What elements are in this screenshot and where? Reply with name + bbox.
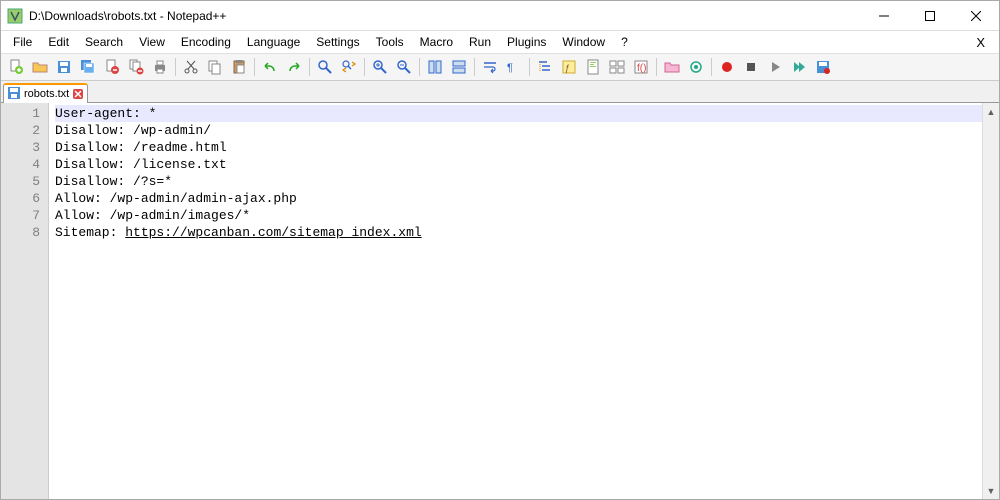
menu-window[interactable]: Window — [554, 33, 613, 51]
menu-macro[interactable]: Macro — [412, 33, 461, 51]
line-number-gutter: 12345678 — [1, 103, 49, 499]
menu-edit[interactable]: Edit — [40, 33, 77, 51]
wrap-icon[interactable] — [479, 56, 501, 78]
menubar-close-button[interactable]: X — [966, 33, 995, 52]
toolbar: ¶ ƒ f() — [1, 53, 999, 81]
stop-icon[interactable] — [740, 56, 762, 78]
folder-icon[interactable] — [661, 56, 683, 78]
code-line[interactable]: User-agent: * — [55, 105, 982, 122]
play-icon[interactable] — [764, 56, 786, 78]
print-icon[interactable] — [149, 56, 171, 78]
doc-map-icon[interactable] — [582, 56, 604, 78]
new-file-icon[interactable] — [5, 56, 27, 78]
undo-icon[interactable] — [259, 56, 281, 78]
sitemap-link[interactable]: https://wpcanban.com/sitemap_index.xml — [125, 225, 421, 240]
svg-text:ƒ: ƒ — [565, 63, 570, 73]
svg-text:¶: ¶ — [507, 62, 513, 74]
scroll-down-arrow-icon[interactable]: ▼ — [983, 482, 999, 499]
copy-icon[interactable] — [204, 56, 226, 78]
menu-help[interactable]: ? — [613, 33, 636, 51]
sync-v-icon[interactable] — [424, 56, 446, 78]
menu-view[interactable]: View — [131, 33, 173, 51]
menu-search[interactable]: Search — [77, 33, 131, 51]
open-file-icon[interactable] — [29, 56, 51, 78]
minimize-button[interactable] — [861, 1, 907, 31]
app-icon — [7, 8, 23, 24]
menu-file[interactable]: File — [5, 33, 40, 51]
save-icon[interactable] — [53, 56, 75, 78]
udlanguage-icon[interactable]: ƒ — [558, 56, 580, 78]
file-tab[interactable]: robots.txt — [3, 83, 88, 103]
replace-icon[interactable] — [338, 56, 360, 78]
menu-language[interactable]: Language — [239, 33, 308, 51]
record-icon[interactable] — [716, 56, 738, 78]
indent-guide-icon[interactable] — [534, 56, 556, 78]
whitespace-icon[interactable]: ¶ — [503, 56, 525, 78]
menu-plugins[interactable]: Plugins — [499, 33, 554, 51]
menu-encoding[interactable]: Encoding — [173, 33, 239, 51]
scroll-up-arrow-icon[interactable]: ▲ — [983, 103, 999, 120]
save-all-icon[interactable] — [77, 56, 99, 78]
vertical-scrollbar[interactable]: ▲ ▼ — [982, 103, 999, 499]
code-editor[interactable]: User-agent: *Disallow: /wp-admin/Disallo… — [49, 103, 982, 499]
zoom-out-icon[interactable] — [393, 56, 415, 78]
menu-bar: FileEditSearchViewEncodingLanguageSettin… — [1, 31, 999, 53]
svg-text:f(): f() — [637, 63, 646, 74]
menu-settings[interactable]: Settings — [308, 33, 367, 51]
close-window-button[interactable] — [953, 1, 999, 31]
code-line[interactable]: Disallow: /readme.html — [55, 139, 982, 156]
save-indicator-icon — [8, 87, 20, 102]
sync-h-icon[interactable] — [448, 56, 470, 78]
code-line[interactable]: Disallow: /wp-admin/ — [55, 122, 982, 139]
code-line[interactable]: Sitemap: https://wpcanban.com/sitemap_in… — [55, 224, 982, 241]
func-list-icon[interactable]: f() — [630, 56, 652, 78]
code-line[interactable]: Disallow: /license.txt — [55, 156, 982, 173]
editor-area: 12345678 User-agent: *Disallow: /wp-admi… — [1, 103, 999, 499]
code-line[interactable]: Allow: /wp-admin/images/* — [55, 207, 982, 224]
play-multi-icon[interactable] — [788, 56, 810, 78]
find-icon[interactable] — [314, 56, 336, 78]
code-line[interactable]: Disallow: /?s=* — [55, 173, 982, 190]
code-line[interactable]: Allow: /wp-admin/admin-ajax.php — [55, 190, 982, 207]
doc-list-icon[interactable] — [606, 56, 628, 78]
monitor-icon[interactable] — [685, 56, 707, 78]
window-title: D:\Downloads\robots.txt - Notepad++ — [29, 9, 861, 23]
menu-run[interactable]: Run — [461, 33, 499, 51]
zoom-in-icon[interactable] — [369, 56, 391, 78]
cut-icon[interactable] — [180, 56, 202, 78]
menu-tools[interactable]: Tools — [368, 33, 412, 51]
title-bar: D:\Downloads\robots.txt - Notepad++ — [1, 1, 999, 31]
paste-icon[interactable] — [228, 56, 250, 78]
redo-icon[interactable] — [283, 56, 305, 78]
scroll-track[interactable] — [983, 120, 999, 482]
save-macro-icon[interactable] — [812, 56, 834, 78]
tab-bar: robots.txt — [1, 81, 999, 103]
maximize-button[interactable] — [907, 1, 953, 31]
tab-label: robots.txt — [24, 88, 69, 100]
tab-close-button[interactable] — [73, 89, 83, 99]
close-icon[interactable] — [101, 56, 123, 78]
close-all-icon[interactable] — [125, 56, 147, 78]
